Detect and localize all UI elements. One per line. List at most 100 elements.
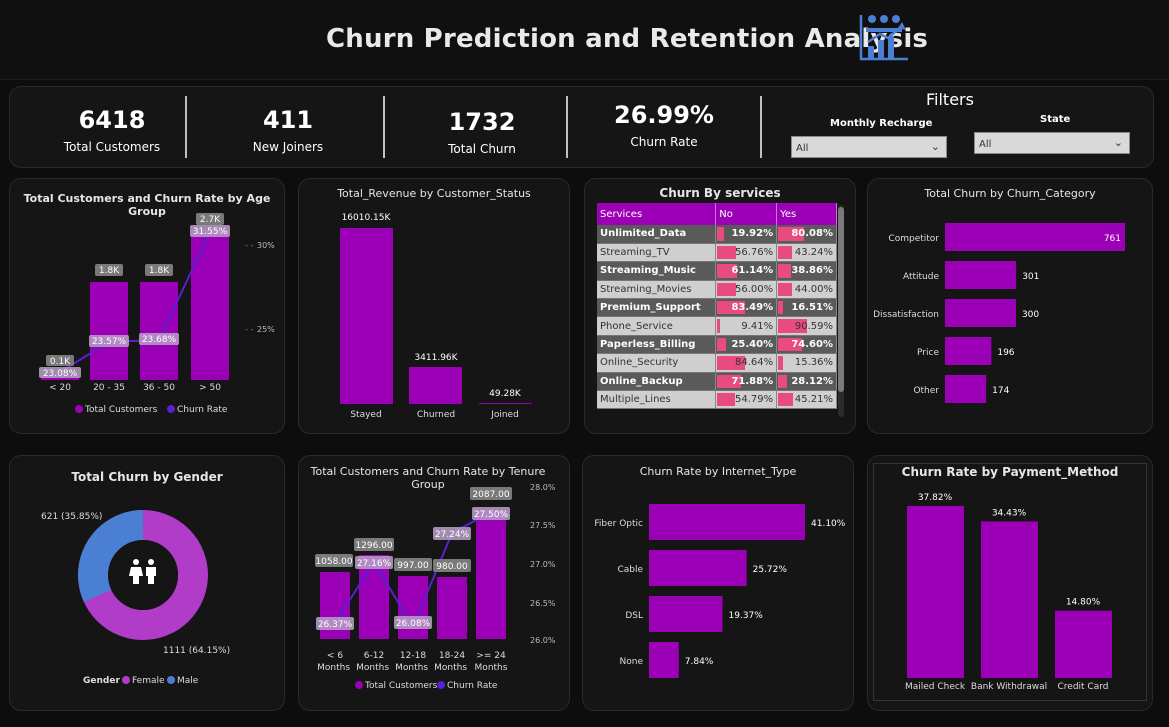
- service-no-value: 19.92%: [731, 228, 774, 240]
- revenue-value-label: 49.28K: [489, 389, 522, 399]
- gender-legend-male: Male: [177, 676, 199, 686]
- internet-bar: [649, 550, 747, 586]
- monthly-recharge-dropdown[interactable]: All ⌄: [791, 136, 947, 158]
- kpi-total-churn-value: 1732: [448, 108, 516, 136]
- age-bar: [140, 282, 178, 380]
- tenure-churn-label: 26.08%: [396, 619, 431, 629]
- service-yes-value: 90.59%: [794, 320, 833, 332]
- internet-y-label: Cable: [617, 565, 643, 575]
- filters-title: Filters: [926, 90, 974, 109]
- service-yes-cell: 90.59%: [776, 316, 837, 336]
- service-name-cell: Paperless_Billing: [597, 335, 717, 355]
- age-churn-label: 23.57%: [92, 337, 127, 347]
- age-customers-label: 0.1K: [50, 357, 71, 367]
- services-table-row[interactable]: Paperless_Billing 25.40% 74.60%: [597, 335, 837, 355]
- service-name-cell: Streaming_Movies: [597, 280, 717, 300]
- kpi-new-joiners-label: New Joiners: [252, 140, 324, 154]
- revenue-x-label: Joined: [490, 410, 519, 420]
- age-customers-label: 2.7K: [200, 215, 221, 225]
- revenue-bar: [479, 403, 532, 404]
- service-yes-bar: [778, 264, 791, 278]
- services-scroll-area[interactable]: Services No Yes Unlimited_Data 19.92% 80.0…: [597, 203, 837, 419]
- internet-type-chart: Fiber Optic 41.10% Cable 25.72% DSL 19.37% Non…: [594, 504, 846, 678]
- revenue-bar: [409, 367, 462, 404]
- tenure-bar: [437, 577, 467, 639]
- service-yes-bar: [778, 301, 784, 315]
- service-no-cell: 25.40%: [715, 335, 778, 355]
- payment-x-label: Bank Withdrawal: [971, 682, 1047, 692]
- age-bar: [90, 282, 128, 380]
- category-bar: [945, 223, 1125, 251]
- category-bar: [945, 261, 1017, 289]
- services-table-row[interactable]: Phone_Service 9.41% 90.59%: [597, 316, 837, 336]
- payment-value-label: 34.43%: [992, 508, 1027, 518]
- chevron-down-icon: ⌄: [930, 140, 940, 153]
- services-table-row[interactable]: Streaming_Music 61.14% 38.86%: [597, 261, 837, 281]
- internet-bar: [649, 596, 723, 632]
- services-table-row[interactable]: Online_Backup 71.88% 28.12%: [597, 372, 837, 392]
- internet-y-label: Fiber Optic: [594, 519, 643, 529]
- service-no-bar: [717, 245, 736, 260]
- revenue-value-label: 16010.15K: [342, 213, 392, 223]
- service-no-value: 83.49%: [731, 302, 774, 314]
- service-name-cell: Unlimited_Data: [597, 225, 717, 244]
- service-name-cell: Premium_Support: [597, 298, 717, 318]
- dashboard-header: Churn Prediction and Retention Analysis: [0, 0, 1169, 80]
- category-y-label: Attitude: [903, 272, 940, 282]
- tenure-customers-label: 1058.00: [315, 557, 352, 567]
- tenure-churn-label: 26.37%: [318, 620, 353, 630]
- services-table-row[interactable]: Premium_Support 83.49% 16.51%: [597, 298, 837, 318]
- services-table-row[interactable]: Unlimited_Data 19.92% 80.08%: [597, 225, 837, 244]
- service-yes-cell: 43.24%: [776, 243, 837, 263]
- kpi-divider: [760, 96, 762, 158]
- service-no-cell: 61.14%: [715, 261, 778, 281]
- age-customers-label: 1.8K: [149, 266, 170, 276]
- service-no-value: 56.76%: [734, 247, 774, 259]
- svg-text:- -: - -: [245, 241, 253, 250]
- service-yes-value: 28.12%: [791, 375, 833, 387]
- payment-value-label: 14.80%: [1066, 598, 1101, 608]
- service-no-value: 61.14%: [731, 265, 774, 277]
- tenure-bar: [476, 510, 506, 639]
- revenue-x-label: Churned: [417, 410, 455, 420]
- category-y-label: Price: [917, 348, 939, 358]
- scrollbar-thumb[interactable]: [838, 207, 844, 392]
- tenure-chart: 28.0% 27.5% 27.0% 26.5% 26.0% 1058.00 12…: [315, 483, 556, 691]
- services-scrollbar[interactable]: [838, 205, 844, 417]
- service-no-cell: 9.41%: [715, 316, 778, 336]
- tenure-customers-label: 2087.00: [472, 490, 509, 500]
- tenure-churn-label: 27.50%: [474, 510, 509, 520]
- revenue-value-label: 3411.96K: [414, 353, 458, 363]
- kpi-new-joiners-value: 411: [262, 106, 314, 134]
- service-yes-cell: 80.08%: [776, 225, 837, 244]
- tenure-churn-label: 27.24%: [435, 530, 470, 540]
- service-yes-cell: 28.12%: [776, 372, 837, 392]
- monthly-recharge-value: All: [796, 143, 809, 154]
- services-no-col-header[interactable]: No: [715, 203, 778, 225]
- payment-value-label: 37.82%: [918, 493, 953, 503]
- age-right-tick: 25%: [257, 325, 275, 334]
- category-y-label: Other: [913, 386, 939, 396]
- service-name-cell: Streaming_Music: [597, 261, 717, 281]
- state-dropdown[interactable]: All ⌄: [974, 132, 1130, 154]
- tenure-customers-label: 997.00: [397, 561, 429, 571]
- services-table-row[interactable]: Streaming_TV 56.76% 43.24%: [597, 243, 837, 263]
- services-table-row[interactable]: Online_Security 84.64% 15.36%: [597, 353, 837, 373]
- services-yes-col-header[interactable]: Yes: [776, 203, 837, 225]
- services-table-title: Churn By services: [659, 186, 781, 200]
- age-x-label: 36 - 50: [143, 383, 175, 393]
- state-label: State: [1040, 114, 1071, 125]
- service-no-cell: 84.64%: [715, 353, 778, 373]
- gender-legend-title: Gender: [83, 676, 120, 686]
- service-no-cell: 19.92%: [715, 225, 778, 244]
- services-table-row[interactable]: Streaming_Movies 56.00% 44.00%: [597, 280, 837, 300]
- category-value-label: 300: [1022, 310, 1039, 320]
- services-table-row[interactable]: Multiple_Lines 54.79% 45.21%: [597, 390, 837, 410]
- internet-value-label: 41.10%: [811, 519, 846, 529]
- payment-x-label: Mailed Check: [905, 682, 966, 692]
- services-col-header[interactable]: Services: [597, 203, 717, 225]
- age-customers-label: 1.8K: [99, 266, 120, 276]
- age-legend-churn: Churn Rate: [177, 405, 228, 415]
- tenure-churn-label: 27.16%: [357, 559, 392, 569]
- service-name-cell: Online_Security: [597, 353, 717, 373]
